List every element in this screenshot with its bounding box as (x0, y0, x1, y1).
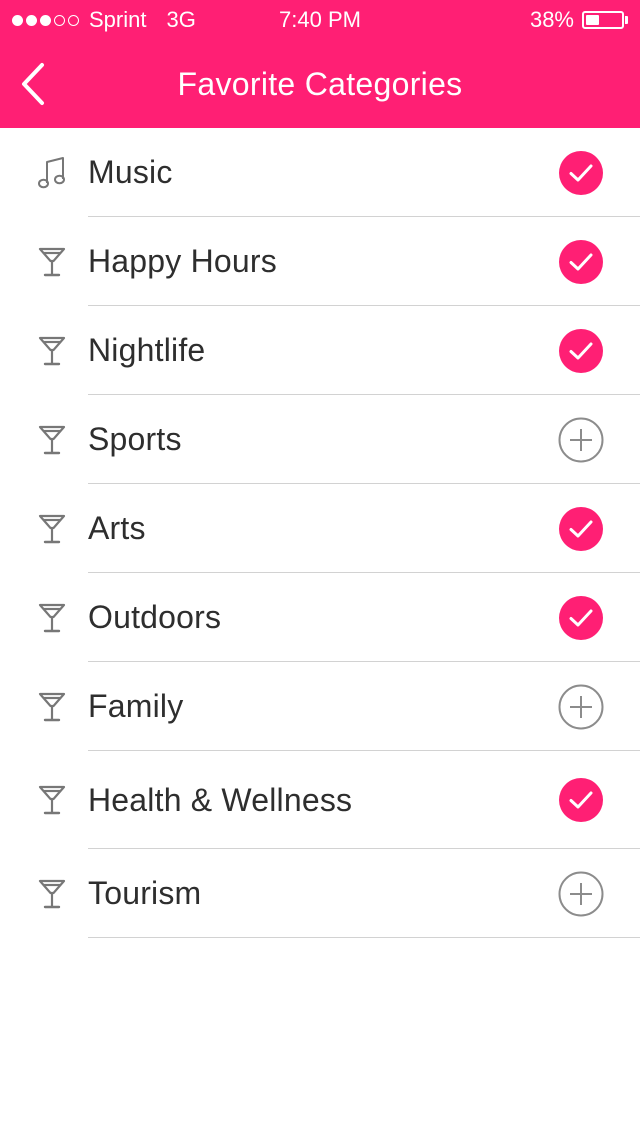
music-note-icon (36, 155, 68, 191)
battery-level-fill (586, 15, 599, 25)
category-row[interactable]: Family (0, 662, 640, 751)
cocktail-glass-icon (36, 876, 68, 912)
app-screen: Sprint 3G 7:40 PM 38% Favorite Categorie… (0, 0, 640, 1136)
category-row[interactable]: Happy Hours (0, 217, 640, 306)
category-list: Music Happy Hours Nightlife Sports Arts Outdo… (0, 128, 640, 938)
checkmark-circle-icon[interactable] (558, 150, 604, 196)
category-row[interactable]: Arts (0, 484, 640, 573)
cocktail-glass-icon (36, 333, 68, 369)
category-row[interactable]: Outdoors (0, 573, 640, 662)
category-label: Music (88, 154, 173, 190)
battery-percent: 38% (529, 7, 574, 32)
checkmark-circle-icon[interactable] (558, 777, 604, 823)
nav-bar: Favorite Categories (0, 40, 640, 128)
cocktail-glass-icon (36, 689, 68, 725)
status-right: 38% (530, 7, 628, 33)
status-bar: Sprint 3G 7:40 PM 38% (0, 0, 640, 40)
plus-circle-icon[interactable] (558, 871, 604, 917)
category-row[interactable]: Music (0, 128, 640, 217)
checkmark-circle-icon[interactable] (558, 239, 604, 285)
category-row[interactable]: Nightlife (0, 306, 640, 395)
category-label: Arts (88, 510, 146, 546)
plus-circle-icon[interactable] (558, 684, 604, 730)
category-label: Health & Wellness (88, 781, 353, 818)
category-label: Nightlife (88, 332, 206, 368)
page-title: Favorite Categories (177, 66, 463, 102)
category-row[interactable]: Tourism (0, 849, 640, 938)
checkmark-circle-icon[interactable] (558, 595, 604, 641)
category-label: Outdoors (88, 599, 222, 635)
cocktail-glass-icon (36, 511, 68, 547)
header: Sprint 3G 7:40 PM 38% Favorite Categorie… (0, 0, 640, 128)
plus-circle-icon[interactable] (558, 417, 604, 463)
battery-nub (625, 16, 628, 24)
checkmark-circle-icon[interactable] (558, 506, 604, 552)
category-label: Sports (88, 421, 182, 457)
battery-icon (582, 11, 624, 29)
category-row[interactable]: Health & Wellness (0, 751, 640, 849)
category-row[interactable]: Sports (0, 395, 640, 484)
checkmark-circle-icon[interactable] (558, 328, 604, 374)
row-divider (88, 937, 640, 938)
category-label: Happy Hours (88, 243, 277, 279)
cocktail-glass-icon (36, 244, 68, 280)
category-label: Family (88, 688, 184, 724)
cocktail-glass-icon (36, 600, 68, 636)
cocktail-glass-icon (36, 422, 68, 458)
cocktail-glass-icon (36, 782, 68, 818)
category-label: Tourism (88, 875, 202, 911)
